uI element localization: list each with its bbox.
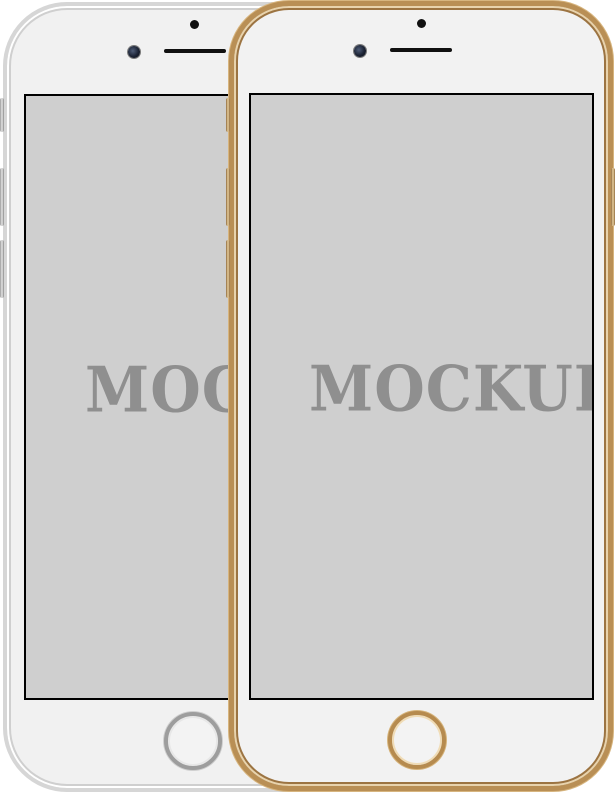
gold-power-button — [611, 168, 615, 226]
gold-volume-down-button — [226, 240, 230, 298]
mockup-canvas: MOCKUP MOCKUP — [0, 0, 616, 793]
earpiece-speaker — [390, 48, 452, 52]
gold-volume-up-button — [226, 168, 230, 226]
gold-mockup-text: MOCKUP — [309, 352, 594, 426]
proximity-sensor — [417, 19, 426, 28]
front-camera-icon — [354, 45, 366, 57]
silver-home-button — [164, 712, 222, 770]
front-camera-icon — [128, 46, 140, 58]
earpiece-speaker — [164, 49, 226, 53]
proximity-sensor — [190, 20, 199, 29]
gold-phone-screen: MOCKUP — [249, 93, 594, 700]
silver-mute-switch — [0, 98, 4, 132]
silver-volume-up-button — [0, 168, 4, 226]
silver-volume-down-button — [0, 240, 4, 298]
gold-phone: MOCKUP — [229, 1, 613, 791]
gold-home-button — [388, 711, 446, 769]
gold-mute-switch — [226, 98, 230, 132]
